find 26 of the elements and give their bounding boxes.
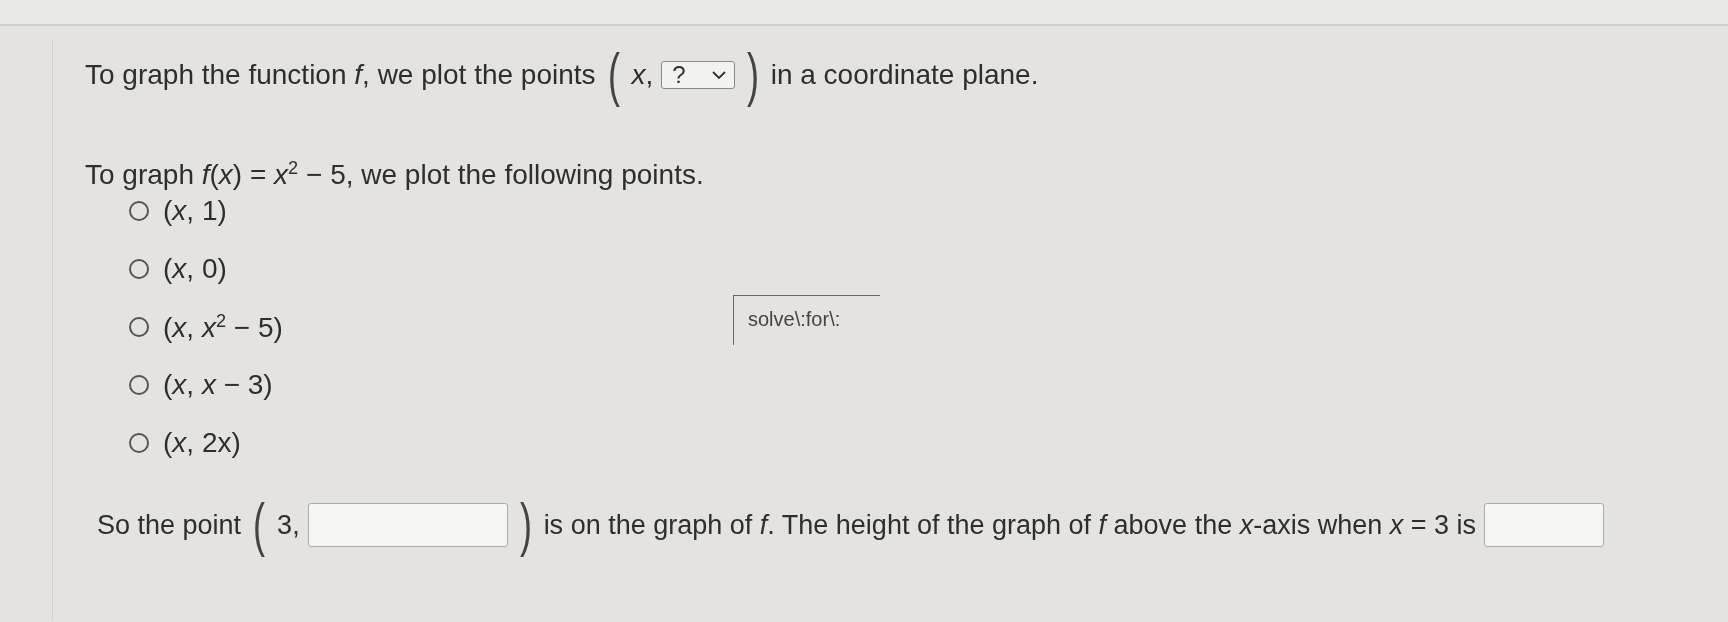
math-text: 3, bbox=[277, 509, 300, 541]
question-text: To graph f(x) = x$^{2}$ − 5, we plot the following points. bbox=[85, 158, 705, 192]
question-text: To graph the function f, we plot the points bbox=[85, 59, 596, 91]
radio-button[interactable] bbox=[129, 201, 149, 222]
dropdown[interactable]: ? bbox=[661, 61, 735, 89]
answer-field[interactable] bbox=[307, 503, 508, 548]
question-text: is on the graph of f. The height of the graph of f above the x-axis when x = 3 is bbox=[543, 509, 1477, 541]
radio-button[interactable] bbox=[129, 375, 149, 396]
question-text: in a coordinate plane. bbox=[770, 59, 1039, 91]
parenthesis: ( bbox=[607, 45, 620, 105]
answer-field[interactable] bbox=[1484, 503, 1605, 548]
radio-button[interactable] bbox=[129, 433, 149, 454]
option-label: (x, x$^{2}$ − 5) bbox=[163, 310, 283, 344]
option-label: (x, 1) bbox=[163, 195, 227, 228]
option-label: (x, x − 3) bbox=[163, 369, 273, 402]
parenthesis: ( bbox=[253, 495, 266, 556]
option-label: (x, 0) bbox=[163, 253, 227, 286]
radio-button[interactable] bbox=[129, 259, 149, 280]
question-text: So the point bbox=[97, 509, 242, 541]
parenthesis: ) bbox=[746, 45, 759, 105]
math-text: x, bbox=[631, 59, 654, 91]
chevron-down-icon bbox=[711, 70, 726, 80]
radio-button[interactable] bbox=[129, 317, 149, 338]
option-label: (x, 2x) bbox=[163, 427, 241, 460]
hint-box: solve\:for\: bbox=[733, 295, 880, 346]
parenthesis: ) bbox=[519, 495, 532, 556]
